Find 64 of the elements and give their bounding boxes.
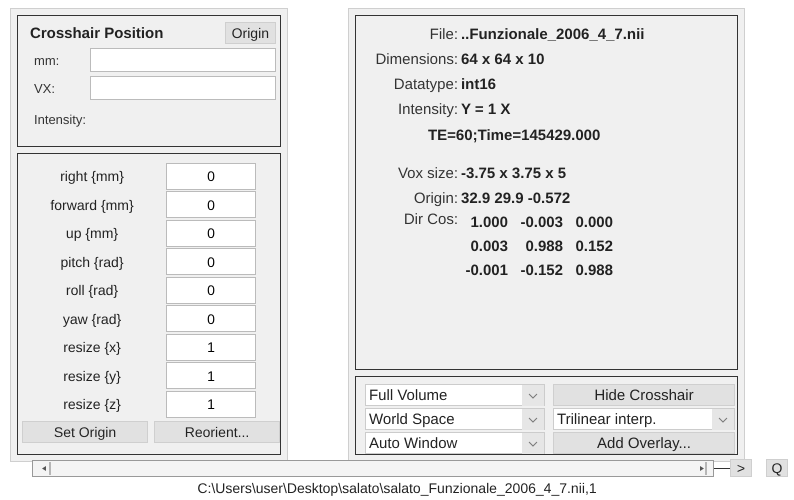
hide-crosshair-button[interactable]: Hide Crosshair bbox=[553, 384, 735, 406]
field-label: VX: bbox=[33, 80, 56, 96]
field-label: resize {y} bbox=[62, 368, 122, 384]
matrix-value: -0.001 bbox=[464, 261, 508, 281]
dropdown[interactable]: Auto Window bbox=[365, 432, 545, 454]
info-note: TE=60;Time=145429.000 bbox=[427, 126, 602, 146]
panel-button[interactable]: Reorient... bbox=[154, 420, 280, 442]
info-label: Dir Cos: bbox=[402, 211, 458, 230]
field-label: forward {mm} bbox=[49, 196, 135, 213]
input-field[interactable] bbox=[90, 76, 276, 100]
info-label: Vox size: bbox=[396, 165, 458, 182]
matrix-value: 0.003 bbox=[469, 237, 508, 257]
matrix-value: 1.000 bbox=[469, 213, 508, 233]
input-field[interactable]: 0 bbox=[166, 220, 256, 247]
info-label: Datatype: bbox=[392, 76, 458, 93]
next-button[interactable]: > bbox=[730, 459, 752, 477]
input-field[interactable]: 1 bbox=[166, 362, 256, 390]
info-value: int16 bbox=[460, 76, 498, 93]
info-label: File: bbox=[428, 26, 458, 43]
caret-icon bbox=[712, 408, 734, 430]
caret-icon bbox=[522, 408, 544, 430]
info-label: Intensity: bbox=[396, 101, 458, 118]
input-field[interactable]: 0 bbox=[166, 162, 256, 190]
info-label: Dimensions: bbox=[374, 51, 458, 68]
info-value: Y = 1 X bbox=[460, 101, 512, 118]
field-label: resize {x} bbox=[62, 339, 122, 356]
dropdown[interactable]: Trilinear interp. bbox=[553, 408, 735, 430]
matrix-value: 0.000 bbox=[574, 213, 613, 233]
field-label: right {mm} bbox=[59, 168, 125, 184]
dropdown[interactable]: Full Volume bbox=[365, 384, 545, 406]
input-field[interactable]: 0 bbox=[166, 305, 256, 332]
caret-icon bbox=[522, 432, 544, 454]
matrix-value: -0.152 bbox=[519, 261, 563, 281]
input-field[interactable] bbox=[90, 48, 276, 72]
info-value: -3.75 x 3.75 x 5 bbox=[460, 165, 568, 182]
field-label: resize {z} bbox=[62, 396, 122, 412]
field-label: yaw {rad} bbox=[62, 310, 122, 327]
field-label: up {mm} bbox=[64, 225, 120, 242]
matrix-value: 0.152 bbox=[574, 237, 613, 257]
dropdown[interactable]: World Space bbox=[365, 408, 545, 430]
input-field[interactable]: 1 bbox=[166, 390, 256, 418]
caret-icon bbox=[522, 384, 544, 406]
origin-button[interactable]: Origin bbox=[224, 22, 276, 44]
info-value: ..Funzionale_2006_4_7.nii bbox=[460, 26, 646, 43]
file-path: C:\Users\user\Desktop\salato\salato_Funzionale_2006_4_7.nii,1 bbox=[196, 480, 598, 496]
input-field[interactable]: 1 bbox=[166, 334, 256, 361]
horizontal-scrollbar[interactable] bbox=[32, 460, 714, 476]
input-field[interactable]: 0 bbox=[166, 248, 256, 276]
info-value: 32.9 29.9 -0.572 bbox=[460, 190, 572, 207]
panel-title: Crosshair Position bbox=[30, 24, 164, 42]
info-value: 64 x 64 x 10 bbox=[460, 51, 546, 68]
q-button[interactable]: Q bbox=[766, 459, 788, 477]
input-field[interactable]: 0 bbox=[166, 191, 256, 218]
intensity-label: Intensity: bbox=[33, 112, 88, 127]
input-field[interactable]: 0 bbox=[166, 276, 256, 304]
info-label: Origin: bbox=[412, 190, 458, 207]
field-label: roll {rad} bbox=[64, 282, 120, 298]
field-label: pitch {rad} bbox=[59, 254, 125, 270]
field-label: mm: bbox=[33, 52, 60, 68]
panel-button[interactable]: Set Origin bbox=[22, 420, 148, 442]
matrix-value: 0.988 bbox=[574, 261, 613, 281]
add-overlay-button[interactable]: Add Overlay... bbox=[553, 432, 735, 454]
matrix-value: -0.003 bbox=[519, 213, 563, 233]
matrix-value: 0.988 bbox=[524, 237, 563, 257]
